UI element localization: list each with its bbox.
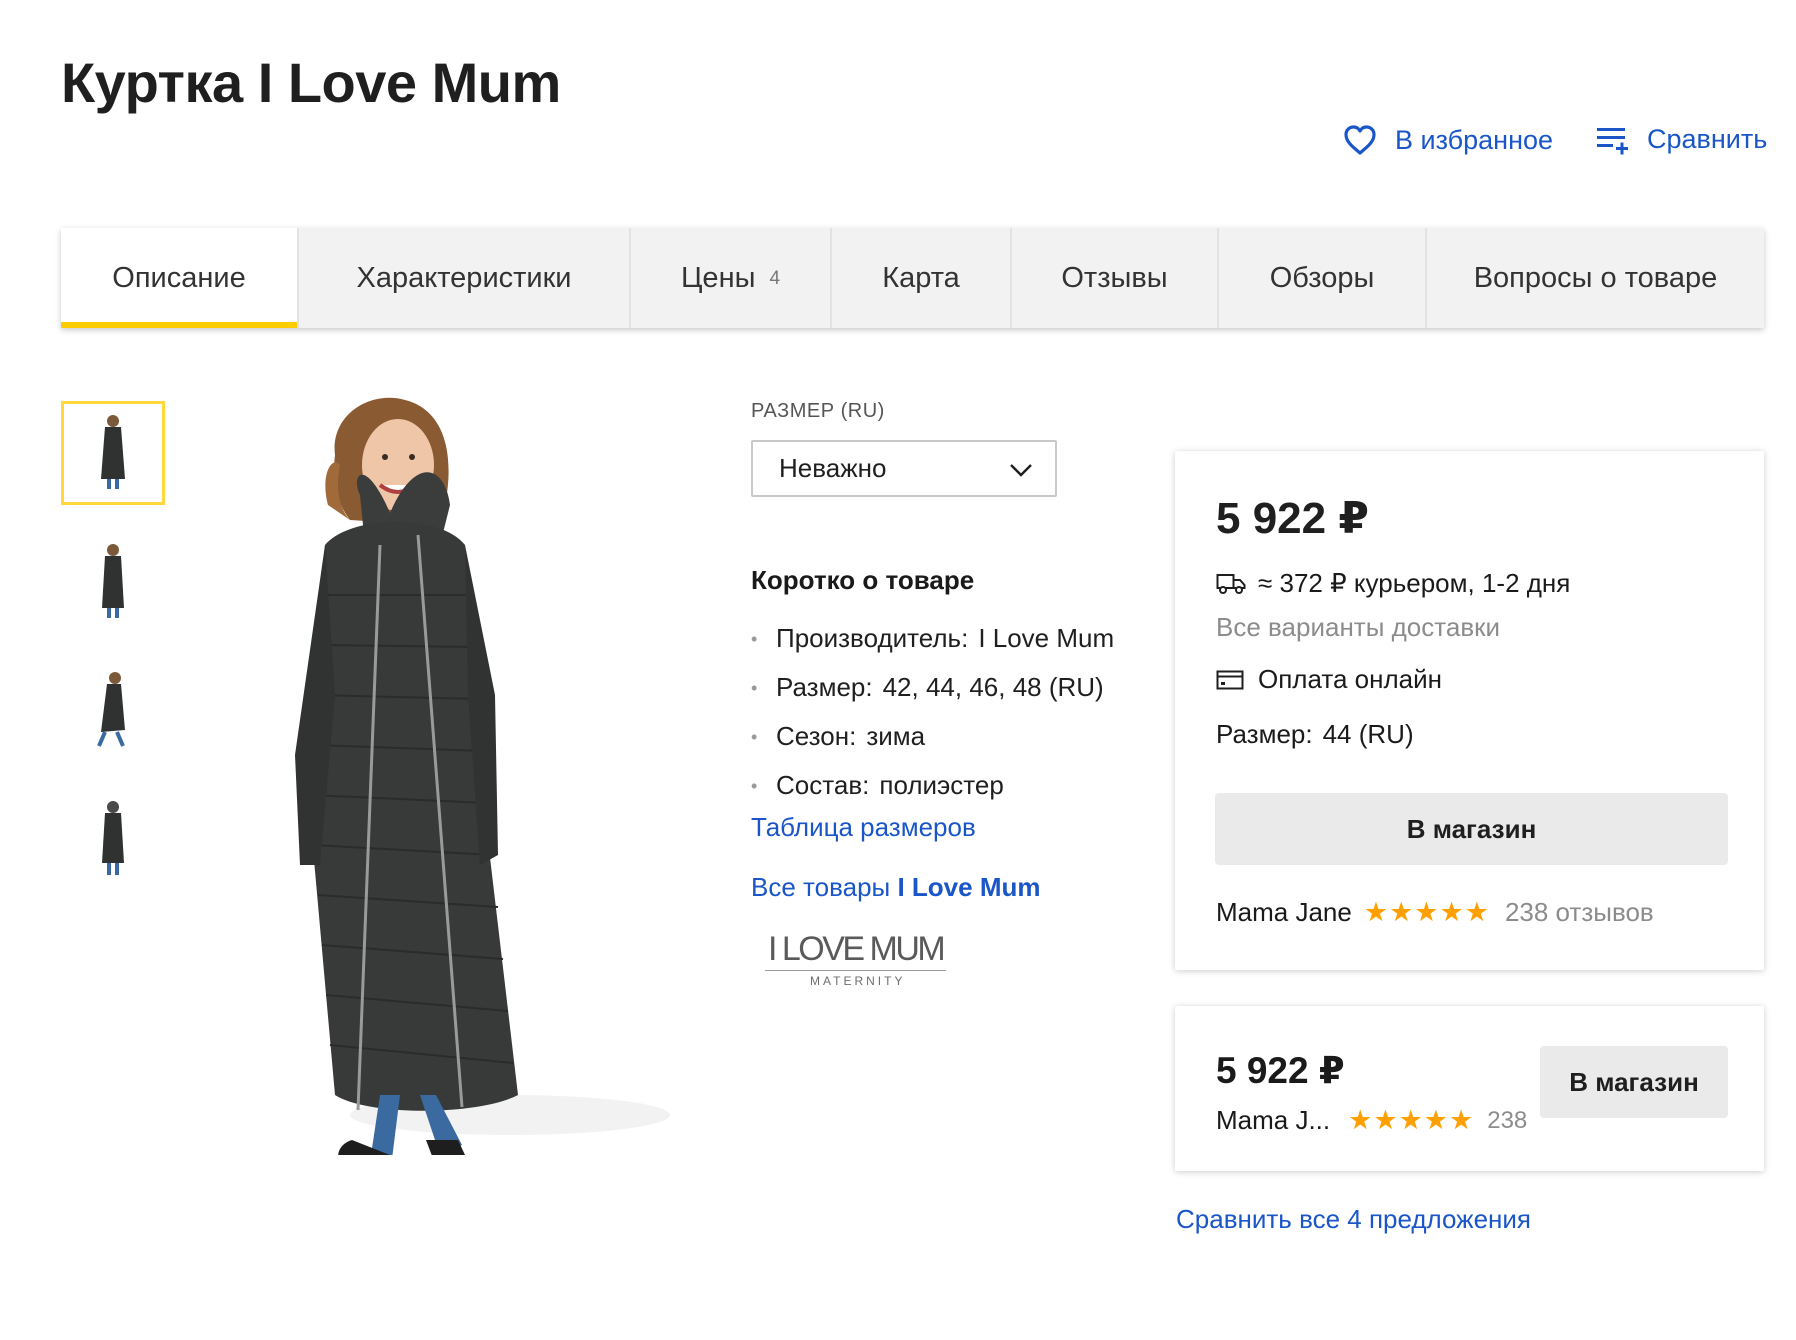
spec-key: Сезон: (776, 721, 857, 751)
coat-thumbnail-image (102, 801, 124, 875)
star-icon: ★ (1398, 1105, 1423, 1135)
spec-key: Размер: (776, 672, 873, 702)
gallery-thumbnail[interactable] (61, 658, 165, 762)
coat-thumbnail-image (102, 544, 124, 618)
rating-stars: ★ ★ ★ ★ ★ (1364, 899, 1489, 926)
all-brand-goods-link[interactable]: Все товары I Love Mum (751, 872, 1040, 903)
product-main-image[interactable] (240, 395, 710, 1155)
coat-thumbnail-image (101, 415, 125, 489)
payment-text: Оплата онлайн (1258, 664, 1442, 694)
star-icon: ★ (1439, 897, 1464, 927)
star-icon: ★ (1423, 1105, 1449, 1135)
tab-articles[interactable]: Обзоры (1219, 228, 1427, 328)
tab-questions[interactable]: Вопросы о товаре (1427, 228, 1764, 328)
size-table-link[interactable]: Таблица размеров (751, 812, 976, 843)
reviews-count: 238 (1487, 1106, 1528, 1134)
add-to-favorites-button[interactable]: В избранное (1343, 124, 1553, 156)
compare-button[interactable]: Сравнить (1595, 124, 1767, 155)
bullet: • (751, 678, 758, 698)
tab-label: Обзоры (1269, 261, 1375, 294)
tab-count-badge: 4 (769, 268, 781, 289)
offer-price: 5 922 ₽ (1216, 494, 1369, 543)
spec-key: Состав: (776, 770, 870, 800)
bullet: • (751, 629, 758, 649)
brand-logo-subtitle: MATERNITY (810, 974, 906, 988)
tab-map[interactable]: Карта (832, 228, 1012, 328)
gallery-thumbnail[interactable] (61, 787, 165, 891)
tab-label: Цены (680, 261, 756, 294)
card-icon (1216, 669, 1244, 691)
tab-label: Карта (882, 261, 960, 294)
all-goods-prefix: Все товары (751, 872, 891, 902)
offer-size-label: Размер: (1216, 719, 1313, 749)
delivery-info: ≈ 372 ₽ курьером, 1-2 дня (1216, 568, 1570, 599)
list-item: • Сезон: зима (751, 721, 1114, 770)
size-dropdown[interactable]: Неважно (751, 440, 1057, 497)
bullet: • (751, 776, 758, 796)
star-icon: ★ (1389, 897, 1414, 927)
list-item: • Размер: 42, 44, 46, 48 (RU) (751, 672, 1114, 721)
rating-stars: ★ ★ ★ ★ ★ (1348, 1107, 1473, 1134)
brand-logo-name: I LOVE MUM (765, 930, 947, 971)
compare-list-icon (1595, 125, 1629, 155)
tab-label: Отзывы (1061, 261, 1168, 294)
product-tabs: Описание Характеристики Цены 4 Карта Отз… (61, 228, 1764, 328)
favorites-label: В избранное (1395, 124, 1554, 155)
go-to-shop-button[interactable]: В магазин (1215, 793, 1728, 865)
spec-key: Производитель: (776, 623, 969, 653)
brand-logo[interactable]: I LOVE MUM MATERNITY (765, 930, 965, 988)
shop-name-link[interactable]: Mama Jane (1216, 897, 1352, 928)
tab-reviews[interactable]: Отзывы (1012, 228, 1219, 328)
coat-thumbnail-image (97, 672, 125, 747)
delivery-text: ≈ 372 ₽ курьером, 1-2 дня (1258, 568, 1571, 598)
shop-name-link[interactable]: Mama J... (1216, 1105, 1330, 1136)
truck-icon (1216, 573, 1246, 595)
payment-info: Оплата онлайн (1216, 664, 1442, 695)
list-item: • Производитель: I Love Mum (751, 623, 1114, 672)
shop-rating-row: Mama Jane ★ ★ ★ ★ ★ 238 отзывов (1216, 897, 1654, 928)
tab-description[interactable]: Описание (61, 228, 299, 328)
tab-label: Характеристики (356, 261, 572, 294)
star-icon: ★ (1363, 897, 1389, 927)
star-icon: ★ (1414, 897, 1439, 927)
spec-value: I Love Mum (978, 623, 1115, 653)
tab-label: Вопросы о товаре (1473, 261, 1718, 294)
star-icon: ★ (1373, 1105, 1398, 1135)
offer-size: Размер: 44 (RU) (1216, 719, 1414, 750)
offer-card-second: 5 922 ₽ Mama J... ★ ★ ★ ★ ★ 238 В магази… (1175, 1006, 1764, 1171)
spec-value: полиэстер (879, 770, 1004, 800)
product-title: Куртка I Love Mum (61, 51, 561, 114)
size-dropdown-value: Неважно (779, 453, 887, 483)
tab-prices[interactable]: Цены 4 (631, 228, 832, 328)
star-icon: ★ (1464, 897, 1489, 927)
spec-value: 42, 44, 46, 48 (RU) (882, 672, 1104, 702)
chevron-down-icon (1009, 453, 1033, 484)
compare-all-offers-link[interactable]: Сравнить все 4 предложения (1176, 1204, 1531, 1235)
all-goods-brand: I Love Mum (897, 872, 1041, 902)
offer-card-main: 5 922 ₽ ≈ 372 ₽ курьером, 1-2 дня Все ва… (1175, 451, 1764, 970)
tab-specifications[interactable]: Характеристики (299, 228, 631, 328)
offer-price: 5 922 ₽ (1216, 1050, 1345, 1091)
tab-label: Описание (112, 261, 246, 294)
offer-size-value: 44 (RU) (1322, 719, 1414, 749)
spec-list: • Производитель: I Love Mum • Размер: 42… (751, 623, 1114, 819)
size-label: РАЗМЕР (RU) (751, 400, 885, 422)
short-info-title: Коротко о товаре (751, 565, 975, 595)
star-icon: ★ (1348, 1105, 1373, 1135)
all-delivery-options-link[interactable]: Все варианты доставки (1216, 612, 1500, 643)
shop-rating-row: Mama J... ★ ★ ★ ★ ★ 238 (1216, 1105, 1527, 1136)
gallery-thumbnail[interactable] (61, 530, 165, 634)
star-icon: ★ (1449, 1105, 1474, 1135)
gallery-thumbnail[interactable] (61, 401, 165, 505)
bullet: • (751, 727, 758, 747)
reviews-count-link[interactable]: 238 отзывов (1505, 897, 1654, 928)
go-to-shop-button[interactable]: В магазин (1540, 1046, 1728, 1118)
spec-value: зима (866, 721, 926, 751)
heart-icon (1343, 124, 1377, 156)
compare-label: Сравнить (1647, 124, 1768, 154)
